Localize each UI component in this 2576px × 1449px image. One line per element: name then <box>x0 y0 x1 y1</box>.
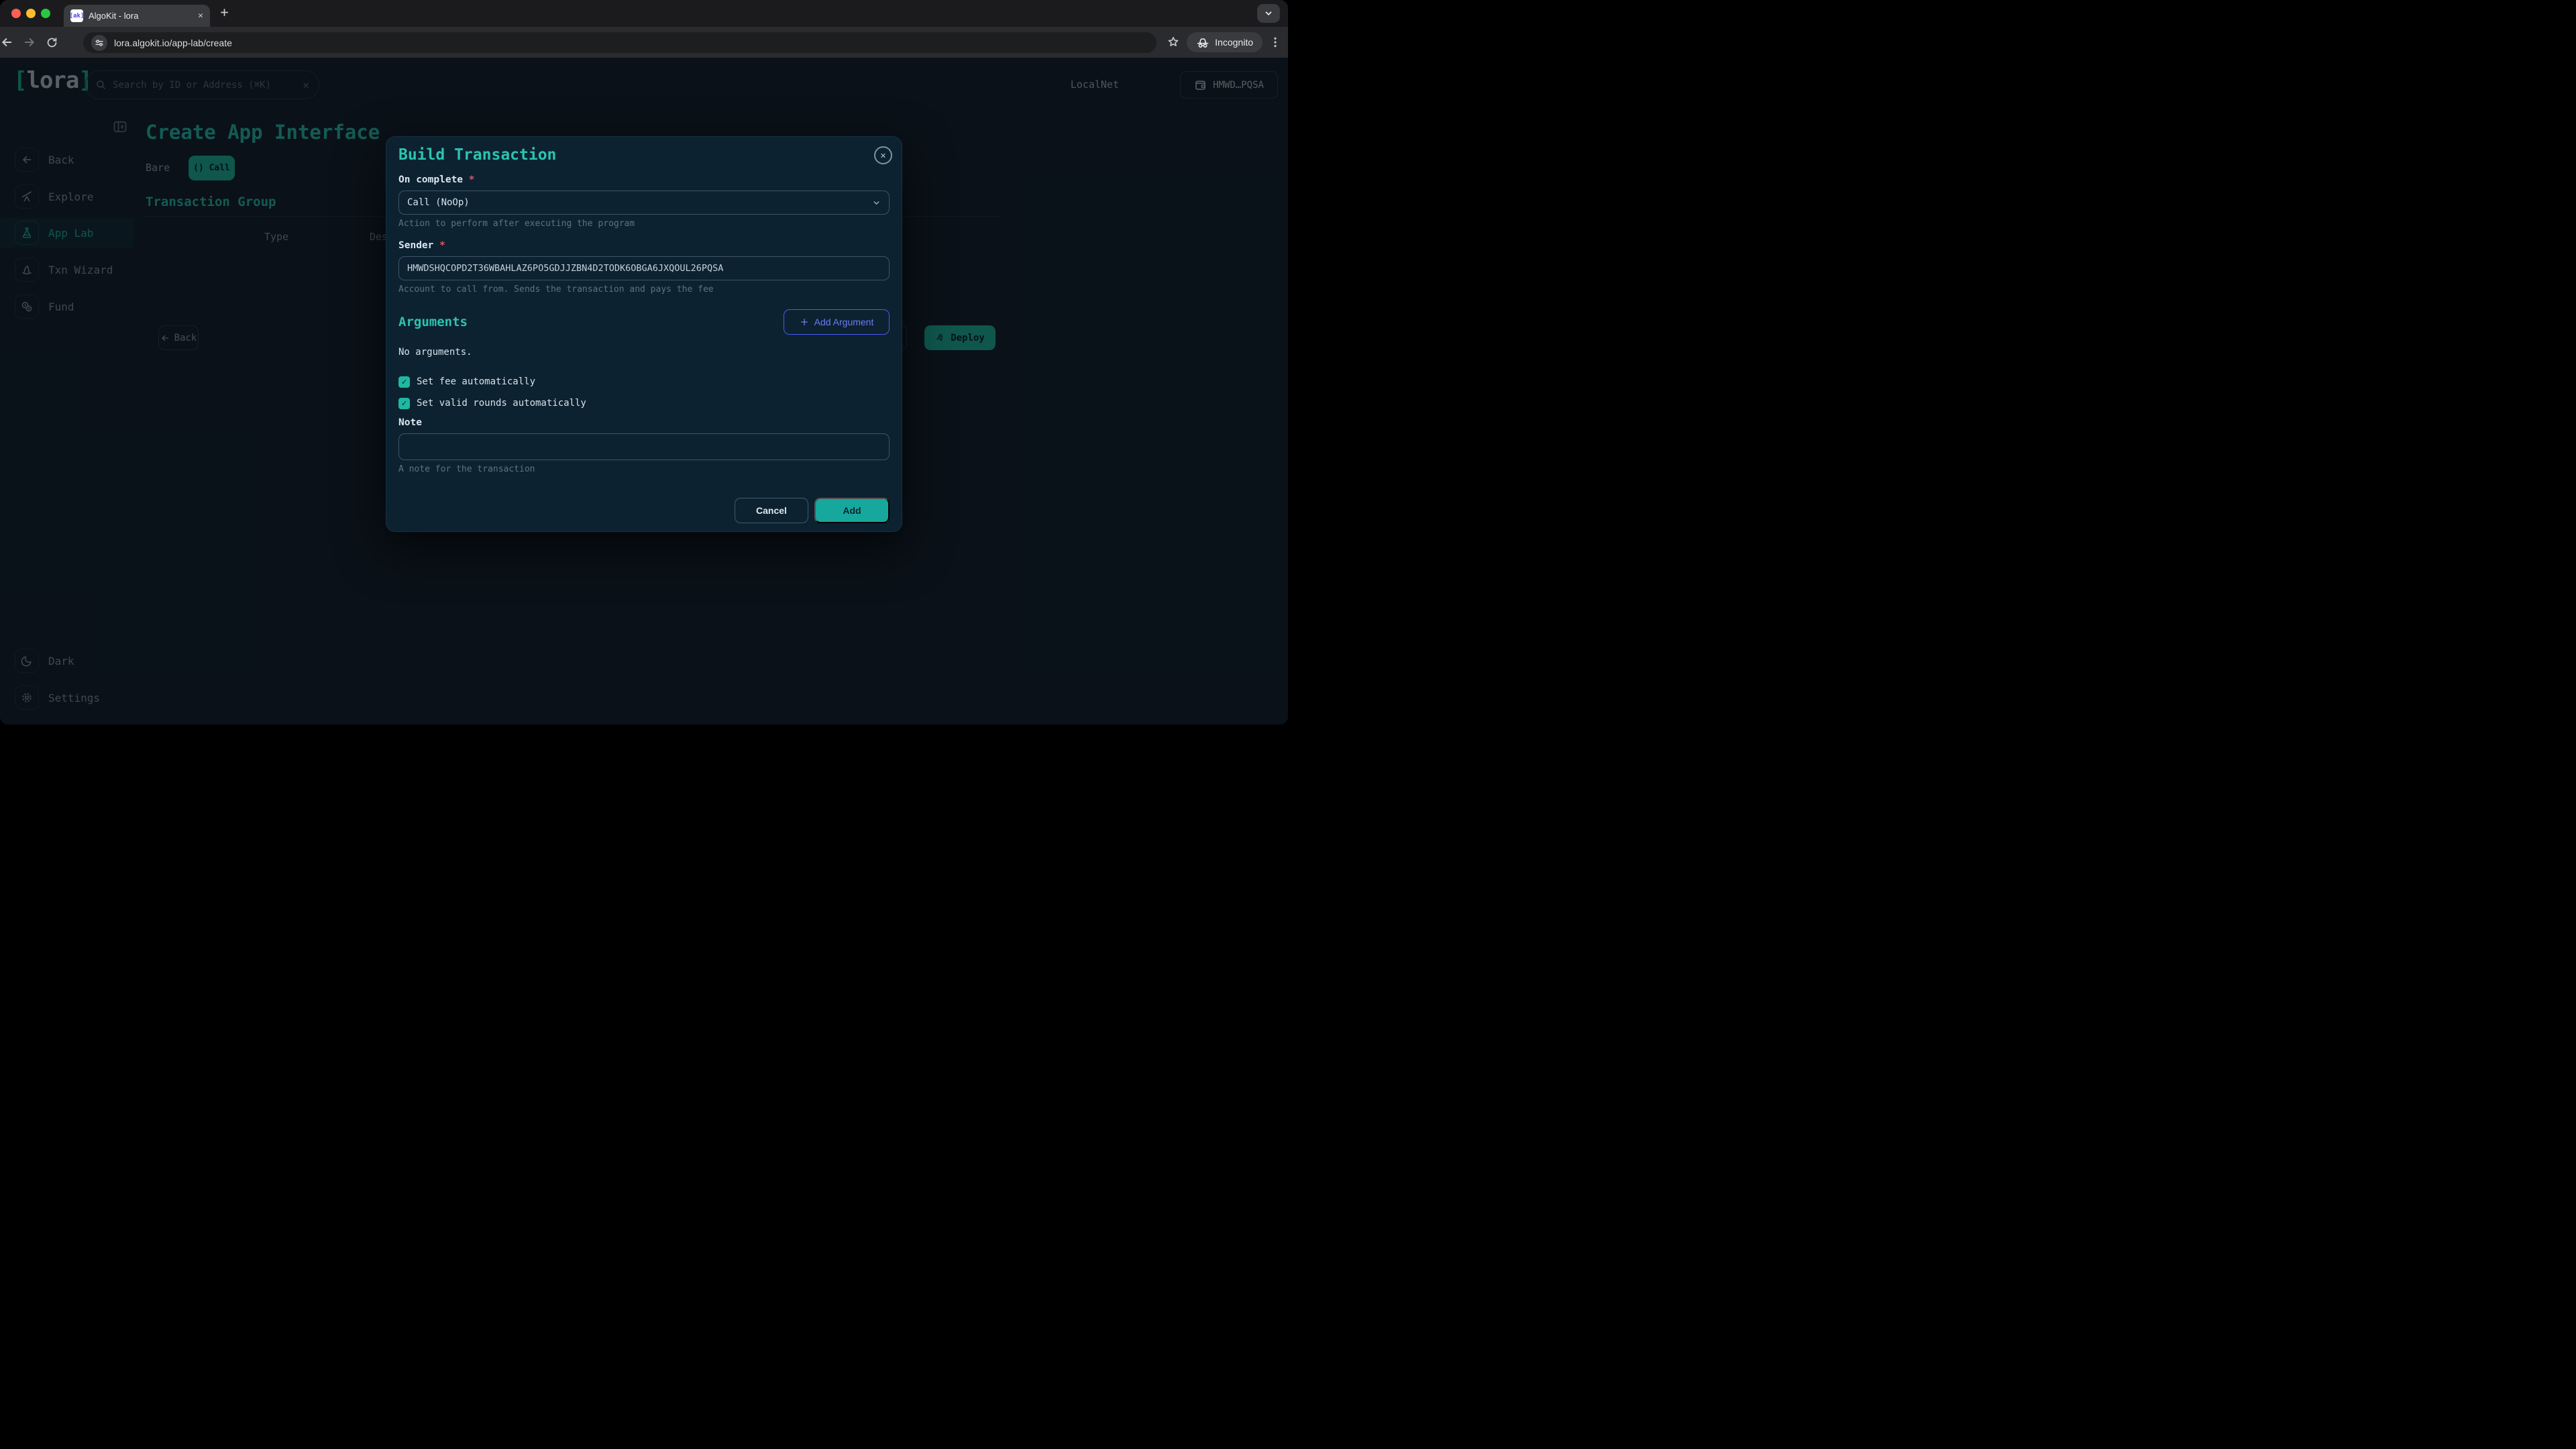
browser-window: [ak] AlgoKit - lora ✕ <box>0 0 1288 724</box>
arguments-heading: Arguments <box>398 315 468 329</box>
add-argument-button[interactable]: Add Argument <box>784 309 890 335</box>
new-tab-button[interactable] <box>219 7 230 18</box>
tab-search-button[interactable] <box>1257 4 1280 23</box>
browser-tab[interactable]: [ak] AlgoKit - lora ✕ <box>64 5 210 27</box>
arrow-right-icon <box>23 36 36 49</box>
on-complete-label: On complete * <box>398 174 890 186</box>
add-button[interactable]: Add <box>814 498 890 523</box>
arrow-left-icon <box>0 36 13 49</box>
window-zoom-button[interactable] <box>41 9 50 18</box>
tune-icon <box>95 38 104 48</box>
dialog-close-button[interactable]: ✕ <box>874 146 892 164</box>
dialog-title: Build Transaction <box>398 146 890 166</box>
cancel-button[interactable]: Cancel <box>735 498 808 523</box>
reload-button[interactable] <box>46 36 68 49</box>
note-label: Note <box>398 417 890 429</box>
build-transaction-dialog: Build Transaction ✕ On complete * Call (… <box>386 136 902 532</box>
on-complete-helper: Action to perform after executing the pr… <box>398 219 890 230</box>
checkbox-label: Set fee automatically <box>417 376 535 387</box>
tab-title: AlgoKit - lora <box>89 11 193 21</box>
set-fee-checkbox-row[interactable]: ✓ Set fee automatically <box>398 376 890 388</box>
checkbox-label: Set valid rounds automatically <box>417 398 586 409</box>
browser-toolbar: lora.algokit.io/app-lab/create Incognito <box>0 27 1288 58</box>
required-asterisk: * <box>439 240 445 251</box>
forward-nav-button[interactable] <box>23 36 46 49</box>
address-bar[interactable]: lora.algokit.io/app-lab/create <box>83 32 1157 53</box>
checkbox-checked-icon[interactable]: ✓ <box>398 398 410 409</box>
set-valid-rounds-checkbox-row[interactable]: ✓ Set valid rounds automatically <box>398 397 890 409</box>
tab-favicon: [ak] <box>70 9 83 22</box>
tab-strip: [ak] AlgoKit - lora ✕ <box>0 0 1288 27</box>
tab-close-icon[interactable]: ✕ <box>198 11 203 21</box>
sender-input[interactable]: HMWDSHQCOPD2T36WBAHLAZ6PO5GDJJZBN4D2TODK… <box>398 256 890 280</box>
back-nav-button[interactable] <box>0 36 23 49</box>
window-minimize-button[interactable] <box>26 9 36 18</box>
plus-icon <box>800 317 809 327</box>
menu-dots-icon[interactable] <box>1269 36 1281 48</box>
note-input[interactable] <box>398 433 890 460</box>
sender-value: HMWDSHQCOPD2T36WBAHLAZ6PO5GDJJZBN4D2TODK… <box>407 263 723 274</box>
bookmark-star-icon[interactable] <box>1167 36 1180 49</box>
incognito-icon <box>1196 36 1210 49</box>
close-icon: ✕ <box>880 150 885 161</box>
plus-icon <box>219 7 230 18</box>
chevron-down-icon <box>1264 9 1273 18</box>
incognito-label: Incognito <box>1215 37 1253 48</box>
required-asterisk: * <box>469 174 475 185</box>
site-settings-button[interactable] <box>91 35 107 51</box>
sender-label: Sender * <box>398 240 890 252</box>
no-arguments-text: No arguments. <box>398 347 890 359</box>
note-helper: A note for the transaction <box>398 464 890 476</box>
chevron-down-icon <box>872 199 881 207</box>
on-complete-select[interactable]: Call (NoOp) <box>398 191 890 215</box>
sender-helper: Account to call from. Sends the transact… <box>398 284 890 296</box>
window-close-button[interactable] <box>11 9 21 18</box>
on-complete-value: Call (NoOp) <box>407 197 470 208</box>
checkbox-checked-icon[interactable]: ✓ <box>398 376 410 388</box>
url-text: lora.algokit.io/app-lab/create <box>114 38 232 48</box>
incognito-badge: Incognito <box>1187 32 1263 52</box>
reload-icon <box>46 36 58 49</box>
